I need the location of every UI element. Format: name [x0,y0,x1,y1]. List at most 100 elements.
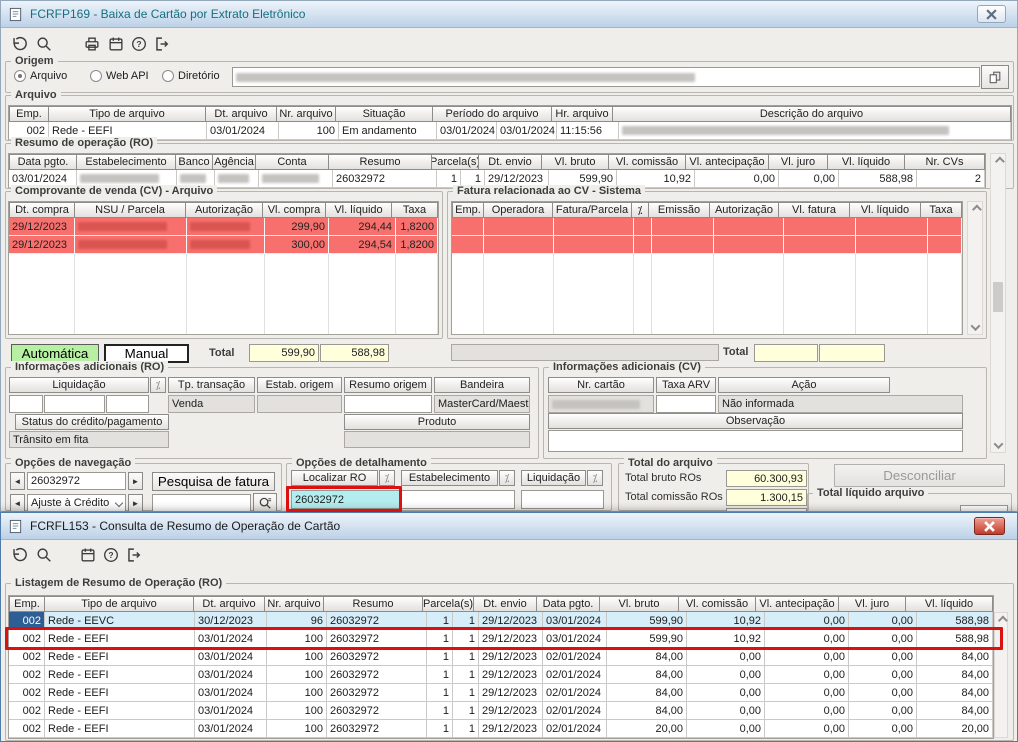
observacao-field[interactable] [548,430,963,452]
header-nr-cartao[interactable]: Nr. cartão [548,377,654,393]
cell[interactable]: 0,00 [779,170,839,188]
cell[interactable]: 03/01/2024 [195,666,267,684]
cell[interactable]: 29/12/2023 [479,648,543,666]
column-header[interactable]: Taxa [920,202,962,218]
column-header[interactable]: Período do arquivo [432,106,552,122]
column-header[interactable]: Tipo de arquivo [44,596,194,612]
column-header[interactable]: Data pgto. [9,154,77,170]
cell[interactable]: 84,00 [607,666,687,684]
table-row[interactable]: 29/12/2023 300,00 294,54 1,8200 [9,236,438,254]
cell[interactable]: 26032972 [333,170,437,188]
cell[interactable]: 0,00 [687,720,765,738]
cell[interactable]: 84,00 [917,684,993,702]
cell[interactable] [484,218,554,236]
cell[interactable]: Rede - EEFI [45,666,195,684]
cell[interactable]: Rede - EEFI [45,702,195,720]
radio-diretorio[interactable]: Diretório [162,70,220,82]
calendar-icon[interactable] [75,542,100,567]
column-header[interactable]: Resumo [328,154,432,170]
table-row[interactable]: 002 Rede - EEFI 03/01/2024 100 26032972 1 1 29/… [9,720,993,738]
liquidacao-field-3[interactable] [106,395,149,413]
cell[interactable]: Rede - EEFI [45,684,195,702]
close-icon[interactable] [974,517,1005,535]
cell[interactable]: 002 [9,702,45,720]
cell[interactable]: 03/01/2024 [437,122,497,140]
cell[interactable]: 002 [9,684,45,702]
taxa-arv-field[interactable] [656,395,716,413]
cell[interactable] [554,236,634,254]
cell[interactable] [784,218,856,236]
column-header[interactable]: Data pgto. [536,596,600,612]
header-produto[interactable]: Produto [344,414,530,430]
cell[interactable]: 03/01/2024 [195,720,267,738]
cell[interactable]: 84,00 [917,666,993,684]
cell[interactable]: 29/12/2023 [479,684,543,702]
next-resumo-icon[interactable]: ► [128,472,143,490]
cell[interactable] [714,236,784,254]
column-header[interactable]: Parcela(s) [422,596,474,612]
cell[interactable]: 96 [267,612,327,630]
table-row[interactable]: 002 Rede - EEFI 03/01/2024 100 Em andamento 0… [9,122,1011,140]
column-header[interactable]: NSU / Parcela [74,202,186,218]
cell[interactable]: 29/12/2023 [479,666,543,684]
cell[interactable]: 1 [453,684,479,702]
cell[interactable]: 26032972 [327,648,427,666]
header-observacao[interactable]: Observação [548,413,963,429]
header-tp-transacao[interactable]: Tp. transação [168,377,255,393]
calendar-icon[interactable] [103,31,128,56]
cell[interactable]: 002 [9,666,45,684]
cell[interactable]: 84,00 [607,648,687,666]
cell[interactable]: 0,00 [687,648,765,666]
prev-ajuste-icon[interactable]: ◄ [10,494,25,511]
cell[interactable] [784,236,856,254]
cell[interactable]: 588,98 [917,612,993,630]
cell[interactable] [856,236,928,254]
cell[interactable]: 588,98 [839,170,917,188]
cell[interactable]: 26032972 [327,630,427,648]
column-header[interactable]: Banco [175,154,213,170]
header-acao[interactable]: Ação [718,377,890,393]
titlebar-top[interactable]: FCRFP169 - Baixa de Cartão por Extrato E… [1,1,1017,28]
liquidacao-field-1[interactable] [9,395,43,413]
cell[interactable]: 26032972 [327,666,427,684]
cell[interactable]: 0,00 [687,666,765,684]
ajuste-combo[interactable]: Ajuste à Crédito [27,494,126,511]
cell[interactable]: 100 [267,720,327,738]
cell[interactable]: 0,00 [765,630,849,648]
cell[interactable]: 0,00 [849,720,917,738]
cell[interactable]: 0,00 [849,666,917,684]
cell[interactable]: 100 [279,122,339,140]
table-row[interactable]: 002 Rede - EEFI 03/01/2024 100 26032972 1 1 29/… [9,702,993,720]
cell[interactable] [484,236,554,254]
cell[interactable]: 26032972 [327,684,427,702]
column-header[interactable]: Descrição do arquivo [612,106,1011,122]
column-header[interactable]: Vl. fatura [778,202,850,218]
cell[interactable]: 02/01/2024 [543,666,607,684]
cell[interactable]: 26032972 [327,720,427,738]
undo-icon[interactable] [6,542,31,567]
vertical-scrollbar[interactable] [990,153,1006,453]
column-header[interactable]: Vl. líquido [849,202,921,218]
column-header[interactable]: Vl. líquido [827,154,905,170]
table-row[interactable]: 29/12/2023 299,90 294,44 1,8200 [9,218,438,236]
exit-icon[interactable] [120,542,145,567]
cell[interactable]: 294,44 [329,218,396,236]
cell[interactable]: 02/01/2024 [543,684,607,702]
column-header[interactable]: Operadora [483,202,553,218]
desconciliar-button[interactable]: Desconciliar [834,464,1005,487]
cell[interactable]: Rede - EEVC [45,612,195,630]
cell[interactable]: 100 [267,666,327,684]
column-header[interactable]: Dt. compra [9,202,75,218]
cell[interactable]: 588,98 [917,630,993,648]
cell[interactable]: 300,00 [265,236,329,254]
cell[interactable] [215,170,259,188]
cell[interactable]: 0,00 [695,170,779,188]
column-header[interactable]: Agência [212,154,256,170]
cell[interactable]: 11:15:56 [557,122,619,140]
cell[interactable]: 02/01/2024 [543,702,607,720]
cell[interactable]: 03/01/2024 [195,702,267,720]
cell[interactable]: 599,90 [607,612,687,630]
filter-icon[interactable]: ⁒ [150,377,166,393]
estabelecimento-input[interactable] [401,490,515,509]
cell[interactable] [634,218,652,236]
